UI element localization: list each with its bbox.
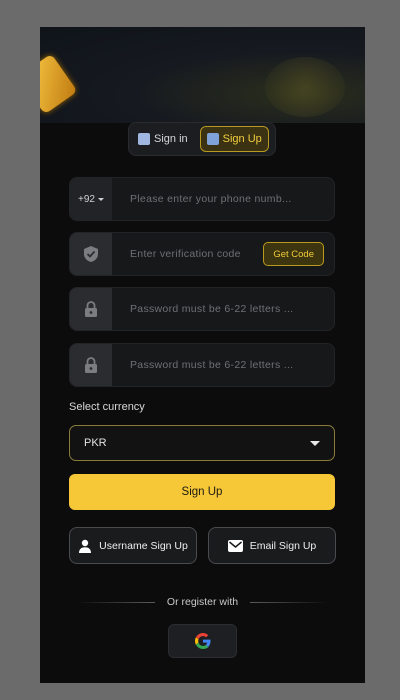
password-field [69,287,335,331]
banner-glow [265,57,345,117]
gold-bar-image [40,53,78,115]
email-sign-up-label: Email Sign Up [249,539,317,552]
document-icon [206,133,219,145]
tab-sign-in-label: Sign in [154,133,188,145]
tab-sign-in[interactable]: Sign in [132,126,194,152]
get-code-button[interactable]: Get Code [263,242,324,266]
country-code: +92 [78,193,95,205]
shield-check-icon [70,233,112,275]
google-icon [194,633,210,649]
tab-sign-up-label: Sign Up [222,133,262,145]
tab-sign-up[interactable]: Sign Up [199,126,269,152]
divider-text: Or register with [166,596,239,608]
currency-label: Select currency [69,401,145,413]
auth-tabs: Sign in Sign Up [128,122,276,156]
phone-input[interactable] [112,178,334,220]
banner [40,27,365,123]
lock-icon [70,288,112,330]
confirm-password-field [69,343,335,387]
lock-icon [70,344,112,386]
currency-value: PKR [84,437,107,449]
phone-field: +92 [69,177,335,221]
divider-line-right [250,601,329,603]
sign-up-button[interactable]: Sign Up [69,474,335,510]
google-sign-up-button[interactable] [168,624,237,658]
confirm-password-input[interactable] [112,344,334,386]
verification-field: Get Code [69,232,335,276]
divider-line-left [76,601,155,603]
signup-panel: Sign in Sign Up +92 Get Code [40,27,365,683]
caret-down-icon [310,440,320,446]
chevron-down-icon [97,197,104,201]
currency-select[interactable]: PKR [69,425,335,461]
envelope-icon [227,539,243,552]
country-code-select[interactable]: +92 [70,178,112,220]
password-input[interactable] [112,288,334,330]
username-sign-up-label: Username Sign Up [99,539,188,552]
email-sign-up-button[interactable]: Email Sign Up [208,527,336,564]
or-divider: Or register with [76,595,329,609]
username-sign-up-button[interactable]: Username Sign Up [69,527,197,564]
person-icon [79,539,92,553]
user-card-icon [138,133,150,145]
